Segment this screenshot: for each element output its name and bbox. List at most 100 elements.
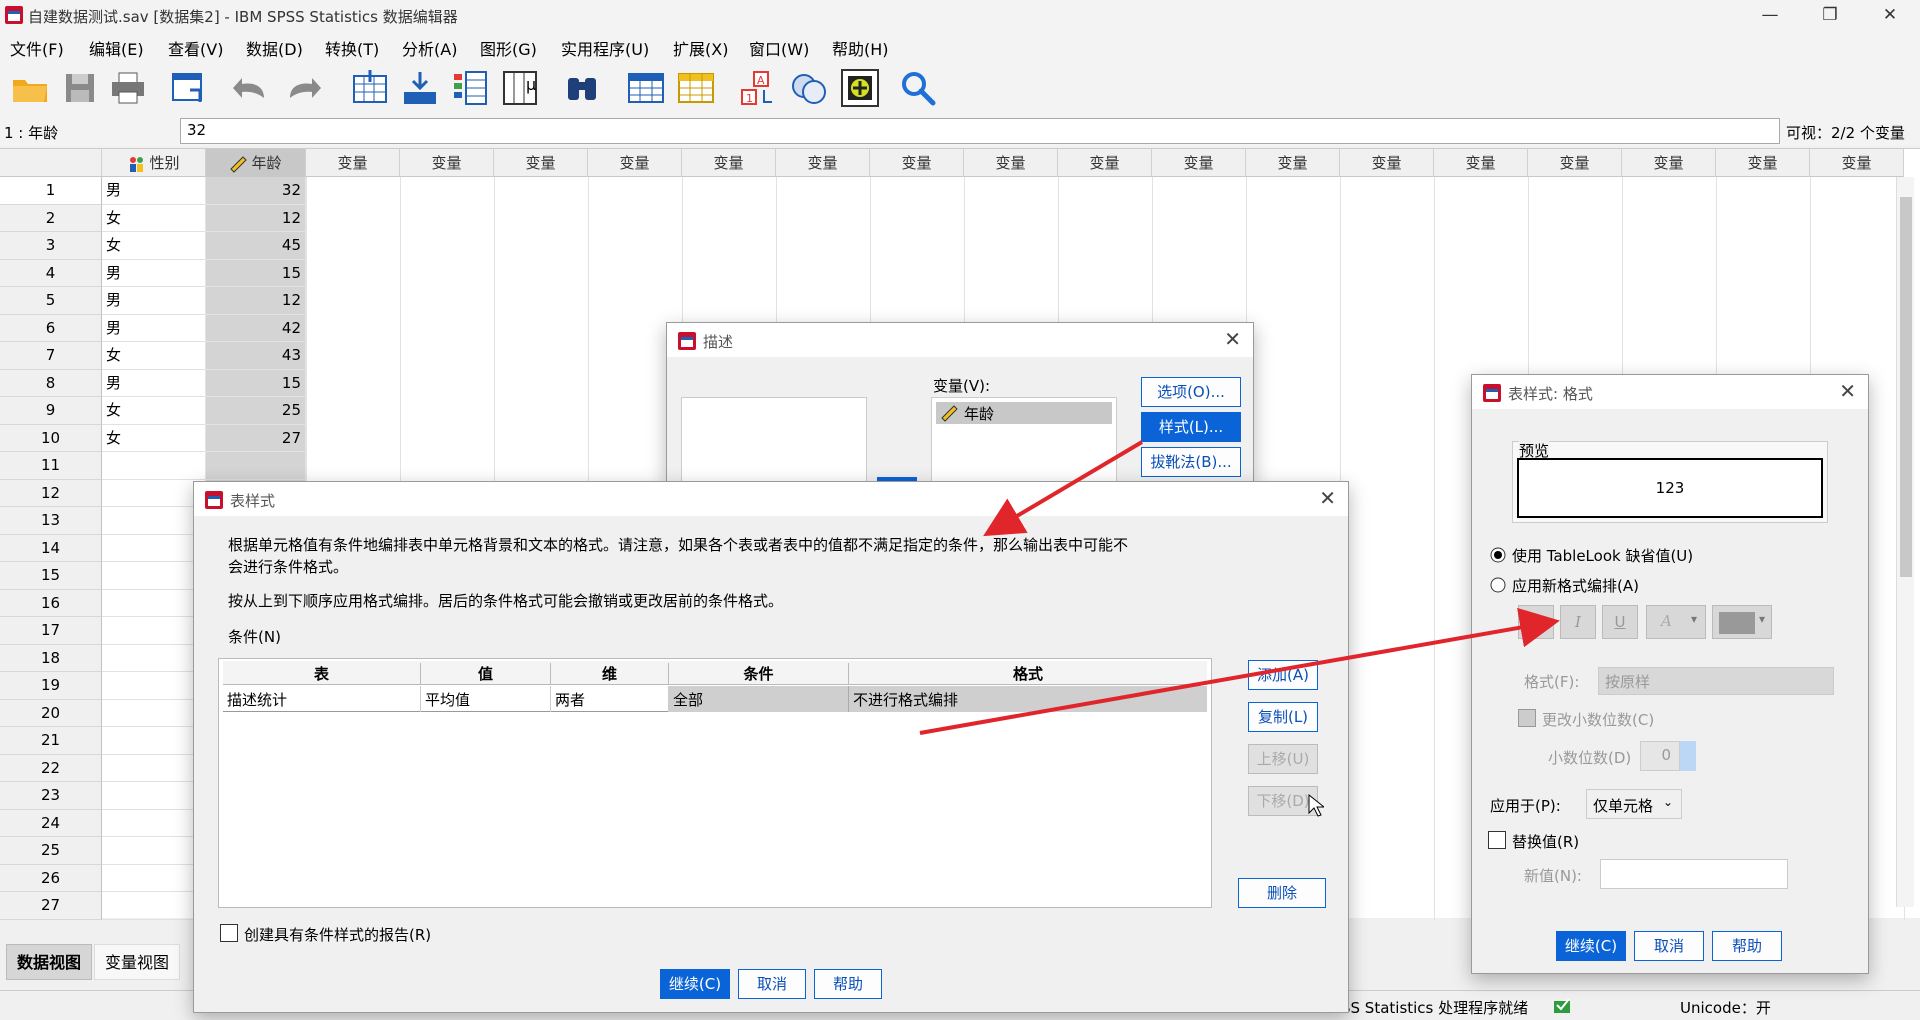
format-select[interactable]: 按原样 <box>1598 667 1834 695</box>
row-header[interactable]: 16 <box>0 589 102 617</box>
column-header-var[interactable]: 变量 <box>306 149 400 177</box>
menu-view[interactable]: 查看(V) <box>168 36 223 60</box>
row-header[interactable]: 7 <box>0 342 102 370</box>
column-header-sex[interactable]: 性别 <box>102 149 206 177</box>
cancel-button[interactable]: 取消 <box>738 969 806 999</box>
column-header-var[interactable]: 变量 <box>1528 149 1622 177</box>
cell-sex[interactable]: 男 <box>102 314 206 342</box>
row-header[interactable]: 22 <box>0 754 102 782</box>
row-header[interactable]: 3 <box>0 232 102 260</box>
column-header-age[interactable]: 年龄 <box>206 149 306 177</box>
redo-icon[interactable] <box>284 68 324 108</box>
row-header[interactable]: 27 <box>0 892 102 920</box>
menu-extensions[interactable]: 扩展(X) <box>673 36 728 60</box>
row-header[interactable]: 13 <box>0 507 102 535</box>
row-header[interactable]: 25 <box>0 837 102 865</box>
row-header[interactable]: 26 <box>0 864 102 892</box>
menu-window[interactable]: 窗口(W) <box>749 36 809 60</box>
style-button[interactable]: 样式(L)... <box>1141 412 1241 442</box>
format-help-button[interactable]: 帮助 <box>1712 931 1782 961</box>
cell-sex[interactable]: 男 <box>102 177 206 205</box>
font-color-button[interactable]: A ▾ <box>1646 605 1706 639</box>
decimals-input[interactable]: 0 <box>1640 741 1680 771</box>
go-to-case-icon[interactable] <box>350 68 390 108</box>
table-row[interactable]: 描述统计 平均值 两者 全部 不进行格式编排 <box>223 686 1207 712</box>
continue-button[interactable]: 继续(C) <box>660 969 730 999</box>
cell-age[interactable]: 32 <box>206 177 306 205</box>
tab-variable-view[interactable]: 变量视图 <box>94 944 181 980</box>
cell-sex[interactable] <box>102 562 206 590</box>
column-header-var[interactable]: 变量 <box>400 149 494 177</box>
save-icon[interactable] <box>60 68 100 108</box>
cell-age[interactable]: 12 <box>206 287 306 315</box>
cell-sex[interactable]: 男 <box>102 369 206 397</box>
apply-to-select[interactable]: 仅单元格 ⌄ <box>1586 789 1682 819</box>
bold-button[interactable]: B <box>1518 605 1554 639</box>
scrollbar-thumb[interactable] <box>1900 197 1912 577</box>
cell-sex[interactable] <box>102 754 206 782</box>
column-header-var[interactable]: 变量 <box>1622 149 1716 177</box>
minimize-button[interactable]: — <box>1740 0 1800 30</box>
menu-data[interactable]: 数据(D) <box>246 36 303 60</box>
cell-age[interactable]: 25 <box>206 397 306 425</box>
cell-sex[interactable] <box>102 644 206 672</box>
cell-sex[interactable] <box>102 892 206 920</box>
find-binoculars-icon[interactable] <box>562 68 602 108</box>
column-header-var[interactable]: 变量 <box>1434 149 1528 177</box>
close-icon[interactable]: ✕ <box>1839 379 1856 403</box>
cell-sex[interactable] <box>102 837 206 865</box>
delete-button[interactable]: 删除 <box>1238 878 1326 908</box>
open-folder-icon[interactable] <box>10 68 50 108</box>
column-header-var[interactable]: 变量 <box>1810 149 1904 177</box>
cell-sex[interactable] <box>102 727 206 755</box>
row-header[interactable]: 9 <box>0 397 102 425</box>
row-header[interactable]: 21 <box>0 727 102 755</box>
column-header-var[interactable]: 变量 <box>1058 149 1152 177</box>
column-header-var[interactable]: 变量 <box>1340 149 1434 177</box>
row-header[interactable]: 14 <box>0 534 102 562</box>
report-checkbox[interactable] <box>220 924 238 942</box>
row-header[interactable]: 15 <box>0 562 102 590</box>
cell-age[interactable]: 45 <box>206 232 306 260</box>
row-header[interactable]: 2 <box>0 204 102 232</box>
row-header[interactable]: 1 <box>0 177 102 205</box>
undo-icon[interactable] <box>230 68 270 108</box>
copy-button[interactable]: 复制(L) <box>1248 702 1318 732</box>
column-header-var[interactable]: 变量 <box>1716 149 1810 177</box>
column-header-var[interactable]: 变量 <box>494 149 588 177</box>
cell-sex[interactable] <box>102 782 206 810</box>
cell-sex[interactable] <box>102 617 206 645</box>
cell-sex[interactable] <box>102 534 206 562</box>
cell-value-input[interactable]: 32 <box>180 118 1780 144</box>
value-labels-icon[interactable] <box>840 68 880 108</box>
column-header-var[interactable]: 变量 <box>870 149 964 177</box>
format-cancel-button[interactable]: 取消 <box>1634 931 1704 961</box>
cell-age[interactable]: 15 <box>206 259 306 287</box>
cell-sex[interactable] <box>102 672 206 700</box>
cell-age[interactable]: 27 <box>206 424 306 452</box>
cell-age[interactable]: 12 <box>206 204 306 232</box>
close-button[interactable]: ✕ <box>1860 0 1920 30</box>
change-decimals-checkbox[interactable] <box>1518 709 1536 727</box>
cell-sex[interactable]: 女 <box>102 204 206 232</box>
row-header[interactable]: 19 <box>0 672 102 700</box>
weight-cases-icon[interactable] <box>788 68 828 108</box>
column-header-var[interactable]: 变量 <box>588 149 682 177</box>
cell-sex[interactable] <box>102 809 206 837</box>
add-button[interactable]: 添加(A) <box>1248 660 1318 690</box>
cell-age[interactable]: 43 <box>206 342 306 370</box>
row-header[interactable]: 5 <box>0 287 102 315</box>
row-header[interactable]: 18 <box>0 644 102 672</box>
row-header[interactable]: 10 <box>0 424 102 452</box>
replace-value-checkbox[interactable] <box>1488 831 1506 849</box>
insert-cases-icon[interactable] <box>626 68 666 108</box>
cell-sex[interactable]: 男 <box>102 287 206 315</box>
selected-variable-row[interactable]: 年龄 <box>936 402 1112 424</box>
bootstrap-button[interactable]: 拔靴法(B)... <box>1141 447 1241 477</box>
cell-age[interactable]: 42 <box>206 314 306 342</box>
column-header-var[interactable]: 变量 <box>1246 149 1340 177</box>
row-header[interactable]: 11 <box>0 452 102 480</box>
row-header[interactable]: 8 <box>0 369 102 397</box>
close-icon[interactable]: ✕ <box>1319 486 1336 510</box>
insert-variable-icon[interactable] <box>676 68 716 108</box>
